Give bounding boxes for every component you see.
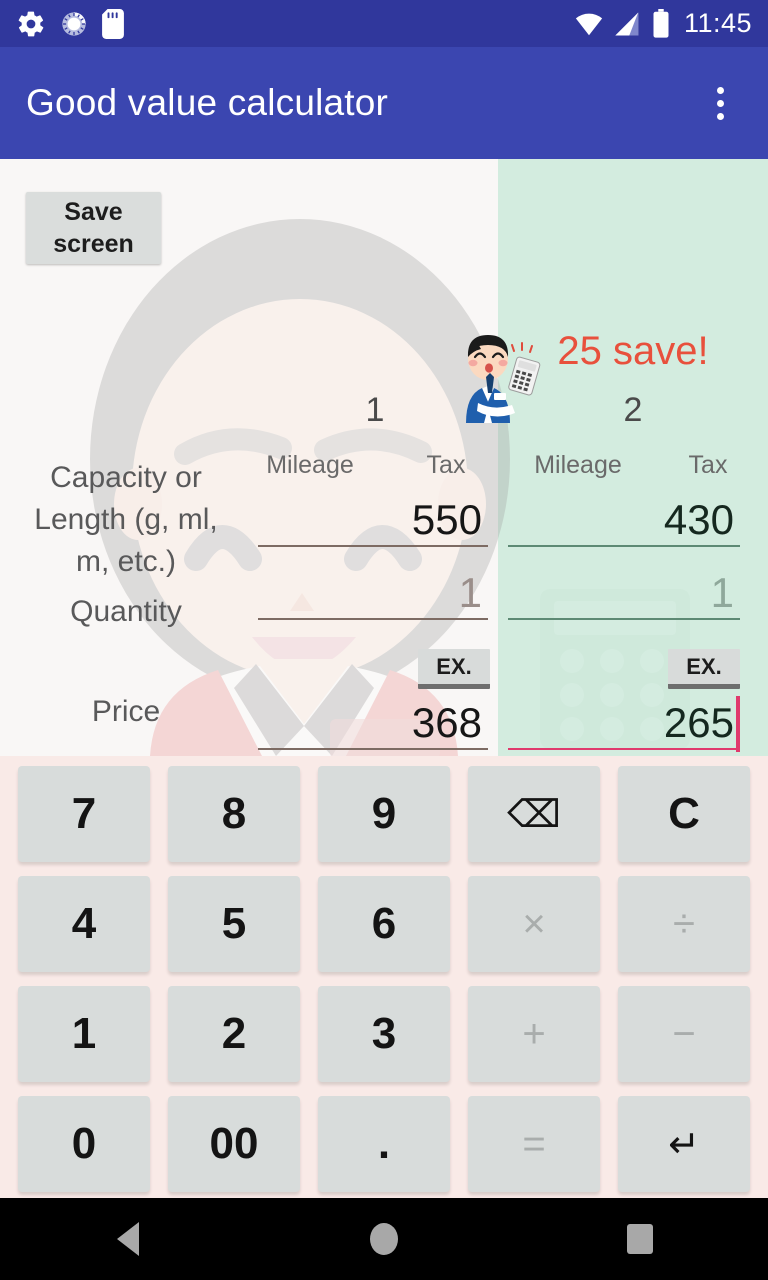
recents-button[interactable]	[605, 1204, 675, 1274]
quantity-value-1: 1	[458, 569, 482, 616]
key-multiply[interactable]: ×	[468, 876, 600, 972]
capacity-underline-2	[508, 545, 740, 547]
gear-icon	[18, 11, 44, 36]
price-input-2[interactable]: 265	[508, 694, 740, 752]
save-screen-button[interactable]: Save screen	[26, 192, 161, 264]
app-bar: Good value calculator	[0, 47, 768, 159]
status-icons-left	[16, 8, 124, 39]
quantity-label: Quantity	[70, 595, 182, 628]
keypad-row-4: 0 00. = ↵	[18, 1096, 750, 1192]
price-label: Price	[91, 695, 161, 728]
capacity-input-1[interactable]: 550	[258, 491, 488, 547]
capacity-input-2[interactable]: 430	[508, 491, 740, 547]
capacity-value-2: 430	[663, 496, 734, 543]
status-clock: 11:45	[683, 8, 752, 38]
key-4[interactable]: 4	[18, 876, 150, 972]
capacity-label: Capacity or Length (g, ml, m, etc.)	[34, 461, 218, 578]
home-button[interactable]	[349, 1204, 419, 1274]
key-minus[interactable]: −	[618, 986, 750, 1082]
key-backspace[interactable]: ⌫	[468, 766, 600, 862]
capacity-value-1: 550	[411, 496, 482, 543]
sd-card-icon	[102, 8, 124, 39]
capacity-underline-1	[258, 545, 488, 547]
column-1-tax-header: Tax	[426, 451, 466, 479]
overflow-menu-icon[interactable]	[698, 75, 742, 131]
price-underline-2-focused	[508, 748, 740, 750]
key-decimal[interactable]: .	[318, 1096, 450, 1192]
key-9[interactable]: 9	[318, 766, 450, 862]
key-equals[interactable]: =	[468, 1096, 600, 1192]
calculator-form: Save screen 25 save! 1 2 Mileage Tax Mil…	[0, 159, 768, 756]
savings-banner: 25 save!	[557, 329, 709, 373]
key-2[interactable]: 2	[168, 986, 300, 1082]
keypad-row-2: 4 5 6 × ÷	[18, 876, 750, 972]
recents-square-icon	[627, 1224, 653, 1254]
column-2-mileage-header: Mileage	[534, 451, 622, 479]
key-divide[interactable]: ÷	[618, 876, 750, 972]
key-3[interactable]: 3	[318, 986, 450, 1082]
back-button[interactable]	[93, 1204, 163, 1274]
key-double-zero[interactable]: 00	[168, 1096, 300, 1192]
keypad-row-1: 7 8 9 ⌫ C	[18, 766, 750, 862]
quantity-input-2[interactable]: 1	[508, 564, 740, 620]
key-0[interactable]: 0	[18, 1096, 150, 1192]
quantity-underline-1	[258, 618, 488, 620]
key-8[interactable]: 8	[168, 766, 300, 862]
column-1-mileage-header: Mileage	[266, 451, 354, 479]
price-ex-button-1[interactable]: EX.	[418, 649, 490, 689]
key-5[interactable]: 5	[168, 876, 300, 972]
key-enter[interactable]: ↵	[618, 1096, 750, 1192]
key-6[interactable]: 6	[318, 876, 450, 972]
column-1-index: 1	[365, 391, 385, 429]
numeric-keypad: 7 8 9 ⌫ C 4 5 6 × ÷ 1 2 3 + − 0 00. = ↵	[0, 756, 768, 1198]
key-7[interactable]: 7	[18, 766, 150, 862]
back-triangle-icon	[117, 1222, 139, 1256]
keypad-row-3: 1 2 3 + −	[18, 986, 750, 1082]
status-icons-right: 11:45	[574, 8, 752, 39]
key-clear[interactable]: C	[618, 766, 750, 862]
column-2-tax-header: Tax	[688, 451, 728, 479]
save-screen-line1: Save	[64, 198, 123, 226]
home-circle-icon	[370, 1223, 398, 1255]
android-nav-bar	[0, 1198, 768, 1280]
quantity-value-2: 1	[710, 569, 734, 616]
sync-icon	[62, 11, 86, 36]
page-title: Good value calculator	[26, 82, 389, 123]
price-ex-button-2[interactable]: EX.	[668, 649, 740, 689]
key-plus[interactable]: +	[468, 986, 600, 1082]
text-cursor	[736, 696, 740, 752]
key-1[interactable]: 1	[18, 986, 150, 1082]
quantity-input-1[interactable]: 1	[258, 564, 488, 620]
price-underline-1	[258, 748, 488, 750]
save-screen-line2: screen	[53, 230, 134, 258]
price-value-1: 368	[411, 699, 482, 746]
signal-icon	[615, 12, 639, 35]
app-root: 11:45 Good value calculator Save screen …	[0, 0, 768, 1280]
battery-icon	[653, 8, 669, 38]
price-value-2: 265	[663, 699, 734, 746]
column-2-index: 2	[623, 391, 643, 429]
quantity-underline-2	[508, 618, 740, 620]
wifi-icon	[575, 13, 603, 35]
status-bar: 11:45	[0, 0, 768, 47]
price-input-1[interactable]: 368	[258, 694, 488, 750]
